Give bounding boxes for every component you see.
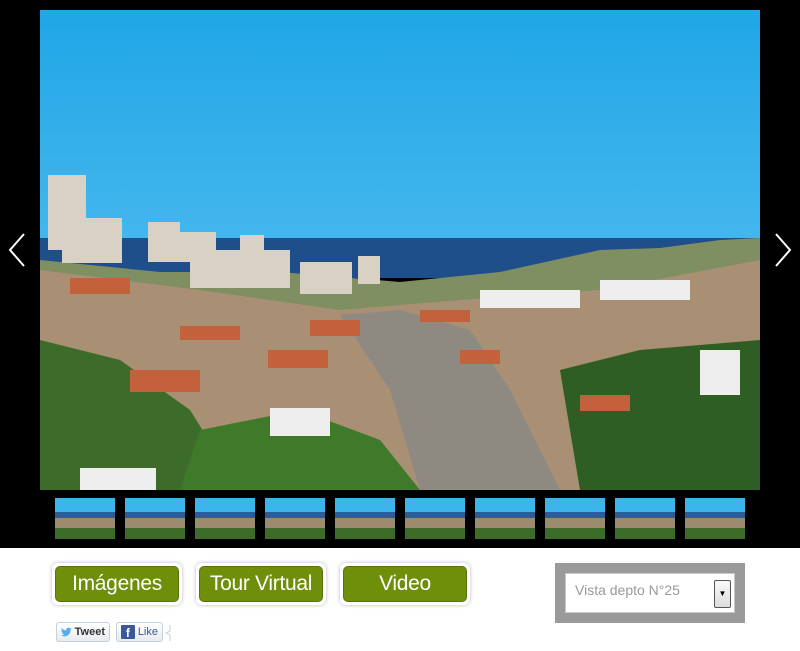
view-select-value: Vista depto N°25 bbox=[575, 582, 680, 598]
view-select-panel: Vista depto N°25 ▼ bbox=[555, 563, 745, 623]
images-button-label: Imágenes bbox=[72, 572, 162, 595]
main-photo bbox=[40, 10, 760, 490]
like-label: Like bbox=[137, 626, 158, 638]
previous-photo-button[interactable] bbox=[2, 232, 32, 268]
video-button-label: Video bbox=[379, 572, 431, 595]
thumbnail-strip bbox=[0, 498, 800, 540]
triangle-down-icon: ▼ bbox=[718, 589, 727, 598]
thumbnail[interactable] bbox=[195, 498, 255, 539]
photo-gallery bbox=[0, 0, 800, 548]
tweet-button[interactable]: Tweet bbox=[56, 622, 110, 642]
thumbnail[interactable] bbox=[685, 498, 745, 539]
chevron-left-icon bbox=[8, 233, 25, 267]
virtual-tour-button-face: Tour Virtual bbox=[199, 566, 323, 602]
virtual-tour-button-label: Tour Virtual bbox=[209, 572, 313, 595]
coastal-city-photo bbox=[40, 10, 760, 490]
dropdown-button[interactable]: ▼ bbox=[714, 580, 731, 608]
thumbnail[interactable] bbox=[615, 498, 675, 539]
video-button[interactable]: Video bbox=[340, 563, 470, 605]
thumbnail[interactable] bbox=[265, 498, 325, 539]
facebook-like-button[interactable]: f Like bbox=[116, 622, 163, 642]
virtual-tour-button[interactable]: Tour Virtual bbox=[196, 563, 326, 605]
thumbnail[interactable] bbox=[335, 498, 395, 539]
thumbnail[interactable] bbox=[405, 498, 465, 539]
like-count-bubble bbox=[164, 625, 171, 641]
thumbnail[interactable] bbox=[545, 498, 605, 539]
next-photo-button[interactable] bbox=[768, 232, 798, 268]
view-select[interactable]: Vista depto N°25 ▼ bbox=[565, 573, 735, 613]
chevron-right-icon bbox=[775, 233, 792, 267]
facebook-f-icon: f bbox=[121, 625, 135, 639]
twitter-bird-icon bbox=[61, 627, 72, 637]
thumbnail[interactable] bbox=[475, 498, 535, 539]
images-button-face: Imágenes bbox=[55, 566, 179, 602]
images-button[interactable]: Imágenes bbox=[52, 563, 182, 605]
thumbnail[interactable] bbox=[55, 498, 115, 539]
video-button-face: Video bbox=[343, 566, 467, 602]
tweet-label: Tweet bbox=[74, 626, 105, 638]
thumbnail[interactable] bbox=[125, 498, 185, 539]
